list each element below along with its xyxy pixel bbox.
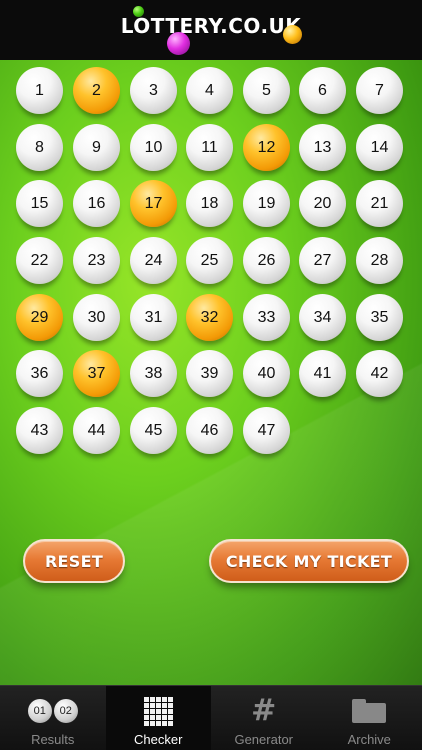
tab-results[interactable]: 01 02 Results [0, 686, 106, 750]
hash-icon: # [251, 693, 277, 728]
number-ball[interactable]: 8 [16, 124, 63, 171]
number-ball[interactable]: 5 [243, 67, 290, 114]
number-ball[interactable]: 27 [299, 237, 346, 284]
logo-yellow-ball-icon [283, 25, 302, 44]
number-ball[interactable]: 45 [130, 407, 177, 454]
folder-icon [352, 699, 387, 723]
grid-icon-cell [167, 696, 173, 702]
number-ball[interactable]: 18 [186, 180, 233, 227]
grid-icon-cell [167, 708, 173, 714]
logo-green-ball-icon [133, 6, 144, 17]
number-ball[interactable]: 22 [16, 237, 63, 284]
grid-icon-cell [143, 720, 149, 726]
number-ball[interactable]: 15 [16, 180, 63, 227]
number-ball-selected[interactable]: 12 [243, 124, 290, 171]
number-ball-selected[interactable]: 32 [186, 294, 233, 341]
grid-icon-cell [161, 702, 167, 708]
tab-generator[interactable]: # Generator [211, 686, 317, 750]
number-ball[interactable]: 43 [16, 407, 63, 454]
number-ball[interactable]: 30 [73, 294, 120, 341]
grid-icon-cell [155, 708, 161, 714]
grid-icon-cell [149, 702, 155, 708]
grid-icon-cell [167, 702, 173, 708]
number-ball[interactable]: 41 [299, 350, 346, 397]
grid-icon-cell [161, 714, 167, 720]
tab-checker[interactable]: Checker [105, 686, 211, 750]
number-ball-selected[interactable]: 2 [73, 67, 120, 114]
number-ball[interactable]: 26 [243, 237, 290, 284]
number-ball[interactable]: 4 [186, 67, 233, 114]
check-ticket-button[interactable]: CHECK MY TICKET [209, 539, 409, 583]
header-bar: LOTTERY.CO.UK [0, 0, 422, 60]
grid-icon-cell [155, 714, 161, 720]
grid-icon-cell [143, 702, 149, 708]
tab-label: Checker [134, 732, 183, 747]
grid-icon-cell [167, 720, 173, 726]
number-ball[interactable]: 36 [16, 350, 63, 397]
reset-button[interactable]: RESET [23, 539, 125, 583]
number-ball[interactable]: 44 [73, 407, 120, 454]
grid-icon-cell [143, 714, 149, 720]
grid-icon-cell [149, 720, 155, 726]
number-ball[interactable]: 3 [130, 67, 177, 114]
grid-icon-cell [161, 708, 167, 714]
number-ball[interactable]: 24 [130, 237, 177, 284]
logo-magenta-ball-icon [167, 32, 190, 55]
number-ball[interactable]: 38 [130, 350, 177, 397]
number-ball[interactable]: 35 [356, 294, 403, 341]
tab-label: Archive [347, 732, 391, 747]
grid-icon-cell [155, 720, 161, 726]
grid-icon-cell [143, 696, 149, 702]
number-ball[interactable]: 1 [16, 67, 63, 114]
results-balls-icon: 01 02 [27, 696, 78, 726]
number-ball[interactable]: 47 [243, 407, 290, 454]
tab-label: Results [31, 732, 75, 747]
number-ball[interactable]: 46 [186, 407, 233, 454]
number-ball[interactable]: 28 [356, 237, 403, 284]
grid-icon-cell [155, 702, 161, 708]
number-ball[interactable]: 42 [356, 350, 403, 397]
number-ball[interactable]: 31 [130, 294, 177, 341]
number-ball[interactable]: 7 [356, 67, 403, 114]
tab-archive[interactable]: Archive [317, 686, 422, 750]
tab-bar: 01 02 Results Checker # Generator Archiv… [0, 685, 422, 750]
grid-icon-cell [149, 714, 155, 720]
grid-icon-cell [161, 720, 167, 726]
grid-icon-cell [155, 696, 161, 702]
number-ball[interactable]: 14 [356, 124, 403, 171]
grid-icon-cell [167, 714, 173, 720]
number-ball-selected[interactable]: 37 [73, 350, 120, 397]
number-ball[interactable]: 11 [186, 124, 233, 171]
number-ball[interactable]: 23 [73, 237, 120, 284]
number-ball[interactable]: 33 [243, 294, 290, 341]
grid-icon-cell [143, 708, 149, 714]
grid-icon-cell [161, 696, 167, 702]
grid-icon-cell [149, 708, 155, 714]
grid-icon [143, 696, 173, 726]
number-ball[interactable]: 9 [73, 124, 120, 171]
number-ball[interactable]: 13 [299, 124, 346, 171]
number-ball[interactable]: 39 [186, 350, 233, 397]
number-ball[interactable]: 40 [243, 350, 290, 397]
number-ball[interactable]: 21 [356, 180, 403, 227]
grid-icon-cell [149, 696, 155, 702]
number-ball[interactable]: 16 [73, 180, 120, 227]
number-ball-selected[interactable]: 29 [16, 294, 63, 341]
logo-text: LOTTERY.CO.UK [120, 14, 302, 38]
app-screen: LOTTERY.CO.UK 1 2 3 4 5 6 7 8 9 10 11 12 13 14 15 16 17 1… [0, 0, 422, 750]
results-ball-badge: 01 [27, 699, 52, 723]
number-ball[interactable]: 10 [130, 124, 177, 171]
number-ball[interactable]: 19 [243, 180, 290, 227]
number-ball[interactable]: 25 [186, 237, 233, 284]
number-ball[interactable]: 6 [299, 67, 346, 114]
results-ball-badge: 02 [53, 699, 78, 723]
number-ball-selected[interactable]: 17 [130, 180, 177, 227]
number-ball[interactable]: 34 [299, 294, 346, 341]
tab-label: Generator [234, 732, 294, 747]
number-checker-area: 1 2 3 4 5 6 7 8 9 10 11 12 13 14 15 16 17 18 19 20 21 22 23 24 2… [0, 60, 422, 685]
number-ball[interactable]: 20 [299, 180, 346, 227]
